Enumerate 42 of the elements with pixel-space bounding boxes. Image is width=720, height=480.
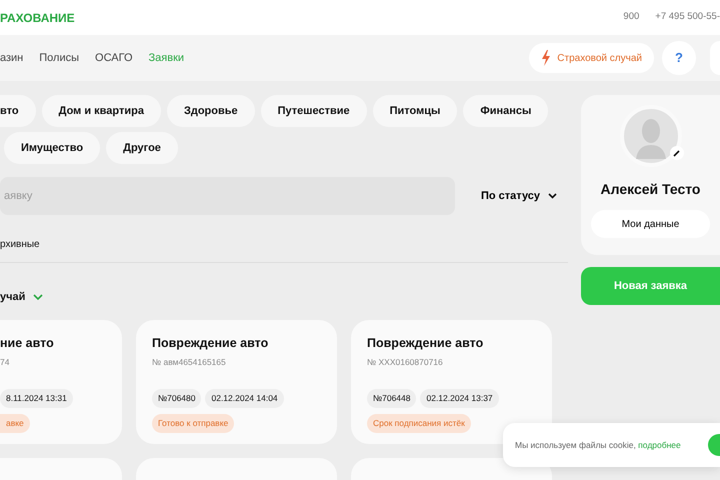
category-chip[interactable]: Путешествие — [260, 95, 367, 127]
my-data-button[interactable]: Мои данные — [591, 210, 710, 238]
chevron-down-icon — [548, 193, 558, 199]
request-card[interactable]: Повреждение авто № XXX0160870716 №706448 02.12.2024 13:37 Срок подписания истёк — [351, 320, 552, 444]
accept-button[interactable] — [708, 434, 720, 456]
nav-link[interactable]: азин — [0, 50, 24, 66]
info-tag: №706480 — [152, 389, 202, 408]
category-chip[interactable]: Другое — [106, 132, 178, 164]
help-button[interactable]: ? — [662, 41, 696, 75]
card-title: Повреждение авто — [152, 334, 270, 352]
policy-number: № XXX0160870716 — [367, 356, 444, 369]
category-chip[interactable]: Здоровье — [166, 95, 255, 127]
group-title: учай — [0, 290, 26, 305]
status-filter-dropdown[interactable]: По статусу — [475, 186, 564, 206]
chevron-down-icon[interactable] — [33, 294, 44, 301]
category-chip[interactable]: Дом и квартира — [42, 95, 161, 127]
nav-link[interactable]: Полисы — [39, 50, 80, 66]
request-card[interactable]: Повреждение авто № авм4654165165 №706480 02.12.2024 14:04 Готово к отправке — [136, 320, 337, 444]
lightning-icon — [541, 50, 552, 66]
category-chip[interactable]: Имущество — [4, 132, 100, 164]
card-title: ние авто — [0, 334, 55, 352]
status-badge: Готово к отправке — [152, 414, 234, 432]
policy-number: 74 — [0, 356, 10, 369]
phone-link[interactable]: +7 495 500-55- — [655, 10, 720, 25]
category-chip[interactable]: вто — [0, 95, 36, 127]
category-chip[interactable]: Финансы — [463, 95, 548, 127]
archive-toggle-label[interactable]: рхивные — [0, 237, 568, 252]
policy-number: № авм4654165165 — [152, 356, 227, 369]
status-badge: Срок подписания истёк — [367, 414, 471, 432]
status-badge: авке — [0, 414, 30, 432]
request-card[interactable]: ние авто 74 8.11.2024 13:31 авке — [0, 320, 122, 444]
info-tag: 02.12.2024 13:37 — [420, 389, 499, 408]
profile-name: Алексей Тесто — [600, 180, 700, 199]
search-field[interactable]: аявку — [0, 177, 455, 215]
phone-link[interactable]: 900 — [623, 10, 640, 25]
card-title: Повреждение авто — [367, 334, 484, 352]
category-chip[interactable]: Питомцы — [372, 95, 458, 127]
nav-link[interactable]: ОСАГО — [95, 50, 133, 66]
info-tag: №706448 — [367, 389, 416, 408]
info-tag: 02.12.2024 14:04 — [205, 389, 284, 408]
info-tag: 8.11.2024 13:31 — [0, 389, 73, 408]
edit-icon[interactable] — [670, 144, 684, 161]
